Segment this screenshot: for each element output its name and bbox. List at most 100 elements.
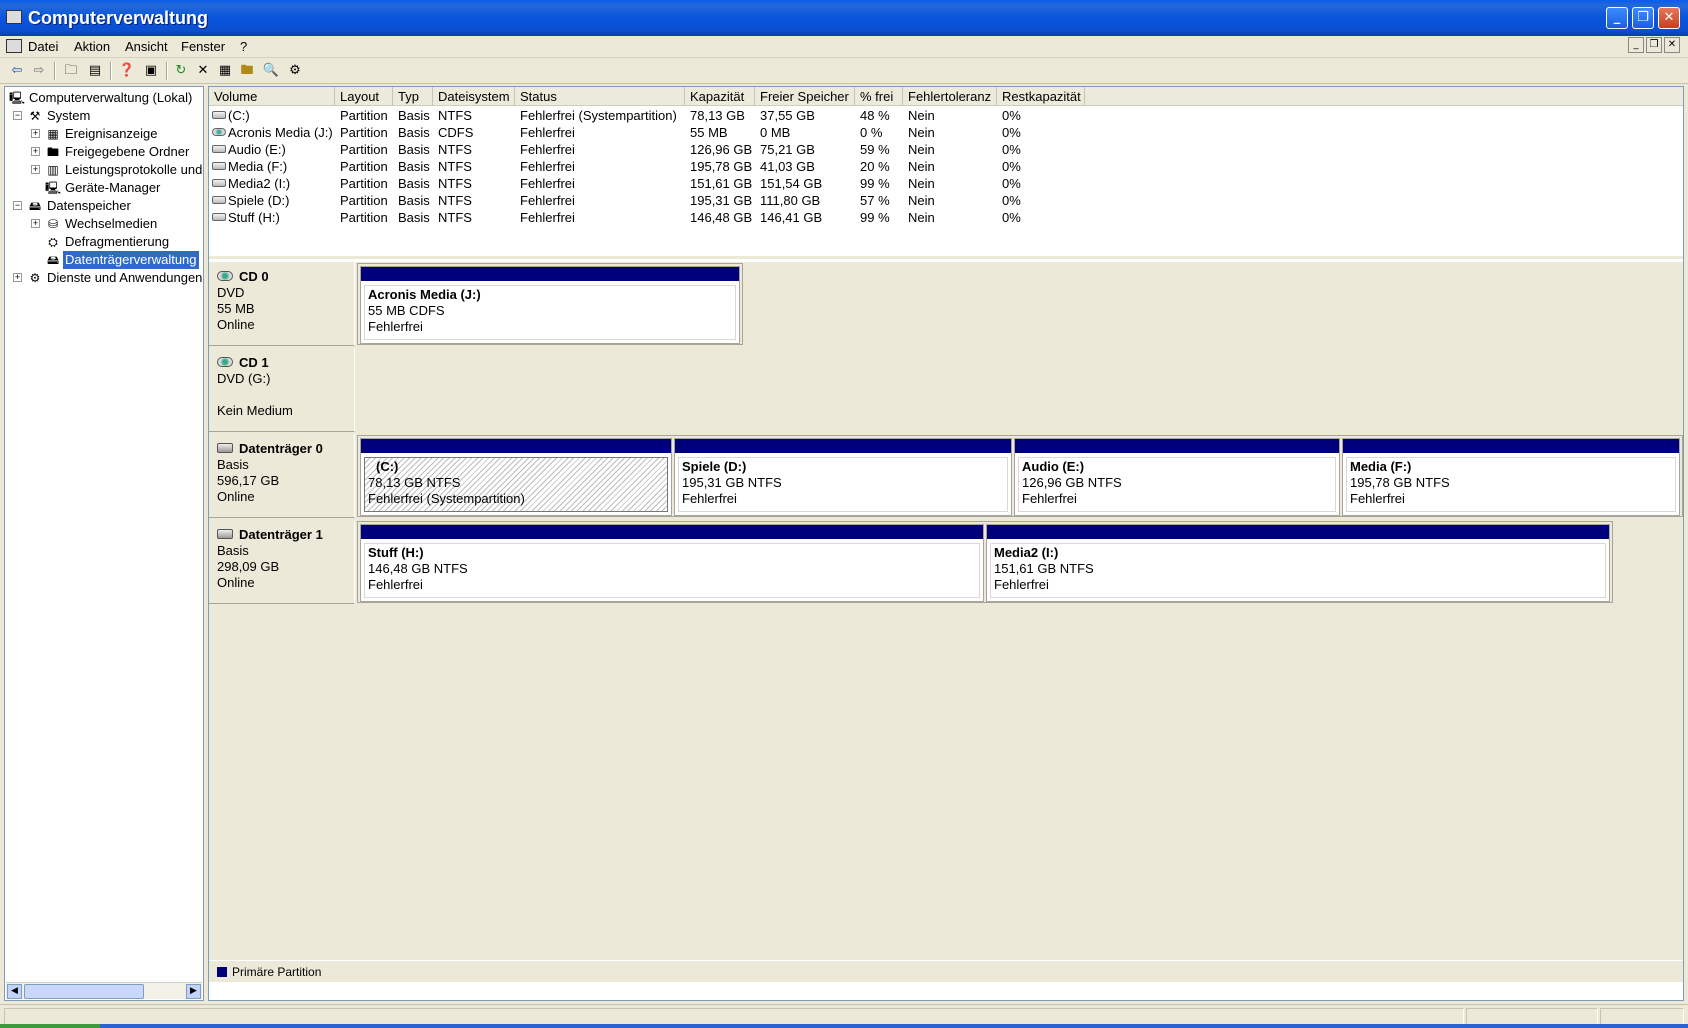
collapse-toggle[interactable]: −: [13, 111, 22, 120]
column-layout[interactable]: Layout: [335, 87, 393, 106]
search-icon[interactable]: 🔍: [262, 62, 280, 80]
expand-toggle[interactable]: +: [13, 273, 22, 282]
partition-d[interactable]: Spiele (D:) 195,31 GB NTFS Fehlerfrei: [674, 438, 1012, 516]
partition-title: Acronis Media (J:): [368, 287, 481, 302]
partition-acronis-media[interactable]: Acronis Media (J:) 55 MB CDFS Fehlerfrei: [360, 266, 740, 344]
disk-label-disk1[interactable]: Datenträger 1 Basis 298,09 GB Online: [209, 520, 355, 604]
title-bar[interactable]: Computerverwaltung _ ❐ ✕: [0, 0, 1688, 36]
expand-toggle[interactable]: +: [31, 147, 40, 156]
scroll-right-icon[interactable]: ▶: [186, 984, 201, 999]
mdi-close-button[interactable]: ✕: [1664, 37, 1680, 53]
volume-list-header: Volume Layout Typ Dateisystem Status Kap…: [209, 87, 1683, 106]
partition-status: Fehlerfrei: [368, 577, 423, 592]
hard-disk-icon: [212, 196, 226, 204]
show-hide-tree-icon[interactable]: ▤: [86, 62, 104, 80]
up-folder-icon[interactable]: 🗀: [62, 62, 80, 80]
menu-aktion[interactable]: Aktion: [74, 39, 110, 54]
tree-label: System: [47, 108, 91, 123]
cell-freier-speicher: 75,21 GB: [755, 141, 855, 158]
disk-row-disk1[interactable]: Datenträger 1 Basis 298,09 GB Online Stu…: [209, 520, 1683, 606]
forward-icon[interactable]: ⇨: [30, 62, 48, 80]
table-row[interactable]: Acronis Media (J:) Partition Basis CDFS Fehl…: [209, 124, 1683, 141]
restore-button[interactable]: ❐: [1632, 7, 1654, 29]
scroll-left-icon[interactable]: ◀: [7, 984, 22, 999]
cell-dateisystem: CDFS: [433, 124, 515, 141]
cell-text: Nein: [908, 193, 935, 208]
disk-label-cd0[interactable]: CD 0 DVD 55 MB Online: [209, 262, 355, 346]
disk-label-cd1[interactable]: CD 1 DVD (G:) Kein Medium: [209, 348, 355, 432]
help-icon[interactable]: ▣: [142, 62, 160, 80]
menu-ansicht[interactable]: Ansicht: [125, 39, 168, 54]
table-row[interactable]: Spiele (D:) Partition Basis NTFS Fehlerfrei 1…: [209, 192, 1683, 209]
properties-icon[interactable]: ❓: [118, 62, 136, 80]
cell-text: Basis: [398, 142, 430, 157]
delete-icon[interactable]: ✕: [194, 62, 212, 80]
cell-typ: Basis: [393, 209, 433, 226]
disk-label-disk0[interactable]: Datenträger 0 Basis 596,17 GB Online: [209, 434, 355, 518]
partition-size: 126,96 GB NTFS: [1022, 475, 1122, 490]
settings-icon[interactable]: ⚙: [286, 62, 304, 80]
collapse-toggle[interactable]: −: [13, 201, 22, 210]
menu-help[interactable]: ?: [240, 39, 247, 54]
minimize-button[interactable]: _: [1606, 7, 1628, 29]
partition-i[interactable]: Media2 (I:) 151,61 GB NTFS Fehlerfrei: [986, 524, 1610, 602]
scrollbar-thumb[interactable]: [24, 984, 144, 999]
expand-toggle[interactable]: +: [31, 129, 40, 138]
mdi-minimize-button[interactable]: _: [1628, 37, 1644, 53]
column-dateisystem[interactable]: Dateisystem: [433, 87, 515, 106]
column-restkapazitaet[interactable]: Restkapazität: [997, 87, 1085, 106]
volume-list[interactable]: Volume Layout Typ Dateisystem Status Kap…: [209, 87, 1683, 259]
refresh-icon[interactable]: ↻: [172, 62, 190, 80]
horizontal-scrollbar[interactable]: ◀ ▶: [6, 982, 202, 999]
cell-freier-speicher: 0 MB: [755, 124, 855, 141]
partition-size: 78,13 GB NTFS: [368, 475, 461, 490]
table-row[interactable]: (C:) Partition Basis NTFS Fehlerfrei (System…: [209, 107, 1683, 124]
storage-icon: 🖴: [28, 199, 42, 213]
column-freier-speicher[interactable]: Freier Speicher: [755, 87, 855, 106]
menu-fenster[interactable]: Fenster: [181, 39, 225, 54]
open-icon[interactable]: 🖿: [238, 62, 256, 80]
tree-label: Defragmentierung: [65, 234, 170, 249]
mdi-restore-button[interactable]: ❐: [1646, 37, 1662, 53]
disk-row-disk0[interactable]: Datenträger 0 Basis 596,17 GB Online (C:…: [209, 434, 1683, 520]
toolbar: ⇦ ⇨ 🗀 ▤ ❓ ▣ ↻ ✕ ▦ 🖿 🔍 ⚙: [0, 58, 1688, 84]
column-fehlertoleranz[interactable]: Fehlertoleranz: [903, 87, 997, 106]
cell-dateisystem: NTFS: [433, 192, 515, 209]
partition-f[interactable]: Media (F:) 195,78 GB NTFS Fehlerfrei: [1342, 438, 1680, 516]
defrag-icon: ⛭: [48, 235, 58, 249]
column-status[interactable]: Status: [515, 87, 685, 106]
close-button[interactable]: ✕: [1658, 7, 1680, 29]
partition-h[interactable]: Stuff (H:) 146,48 GB NTFS Fehlerfrei: [360, 524, 984, 602]
cell-text: Media (F:): [228, 159, 288, 174]
cell-typ: Basis: [393, 141, 433, 158]
cell-text: 0%: [1002, 125, 1021, 140]
legend-label: Primäre Partition: [232, 965, 322, 979]
table-row[interactable]: Audio (E:) Partition Basis NTFS Fehlerfrei 12…: [209, 141, 1683, 158]
column-prozent-frei[interactable]: % frei: [855, 87, 903, 106]
system-tools-icon: ⚒: [29, 109, 41, 123]
partition-c[interactable]: (C:) 78,13 GB NTFS Fehlerfrei (Systempar…: [360, 438, 672, 516]
back-icon[interactable]: ⇦: [8, 62, 26, 80]
disk-row-cd1[interactable]: CD 1 DVD (G:) Kein Medium: [209, 348, 1683, 434]
table-row[interactable]: Media2 (I:) Partition Basis NTFS Fehlerfrei 1…: [209, 175, 1683, 192]
partition-e[interactable]: Audio (E:) 126,96 GB NTFS Fehlerfrei: [1014, 438, 1340, 516]
cell-volume: Acronis Media (J:): [209, 124, 335, 141]
expand-toggle[interactable]: +: [31, 165, 40, 174]
cell-freier-speicher: 41,03 GB: [755, 158, 855, 175]
partition-title: Media2 (I:): [994, 545, 1059, 560]
expand-toggle[interactable]: +: [31, 219, 40, 228]
column-volume[interactable]: Volume: [209, 87, 335, 106]
properties2-icon[interactable]: ▦: [216, 62, 234, 80]
table-row[interactable]: Media (F:) Partition Basis NTFS Fehlerfrei 19…: [209, 158, 1683, 175]
cell-status: Fehlerfrei (Systempartition): [515, 107, 685, 124]
disk-row-cd0[interactable]: CD 0 DVD 55 MB Online Acronis Media (J:)…: [209, 262, 1683, 348]
table-row[interactable]: Stuff (H:) Partition Basis NTFS Fehlerfrei 14…: [209, 209, 1683, 226]
cell-kapazitaet: 126,96 GB: [685, 141, 755, 158]
partition-title: Spiele (D:): [682, 459, 747, 474]
mdi-computer-icon[interactable]: [6, 39, 22, 53]
menu-datei[interactable]: Datei: [28, 39, 58, 54]
column-kapazitaet[interactable]: Kapazität: [685, 87, 755, 106]
console-tree[interactable]: 🖳 Computerverwaltung (Lokal) − ⚒ System …: [4, 86, 204, 1001]
column-typ[interactable]: Typ: [393, 87, 433, 106]
cell-fehlertoleranz: Nein: [903, 209, 997, 226]
